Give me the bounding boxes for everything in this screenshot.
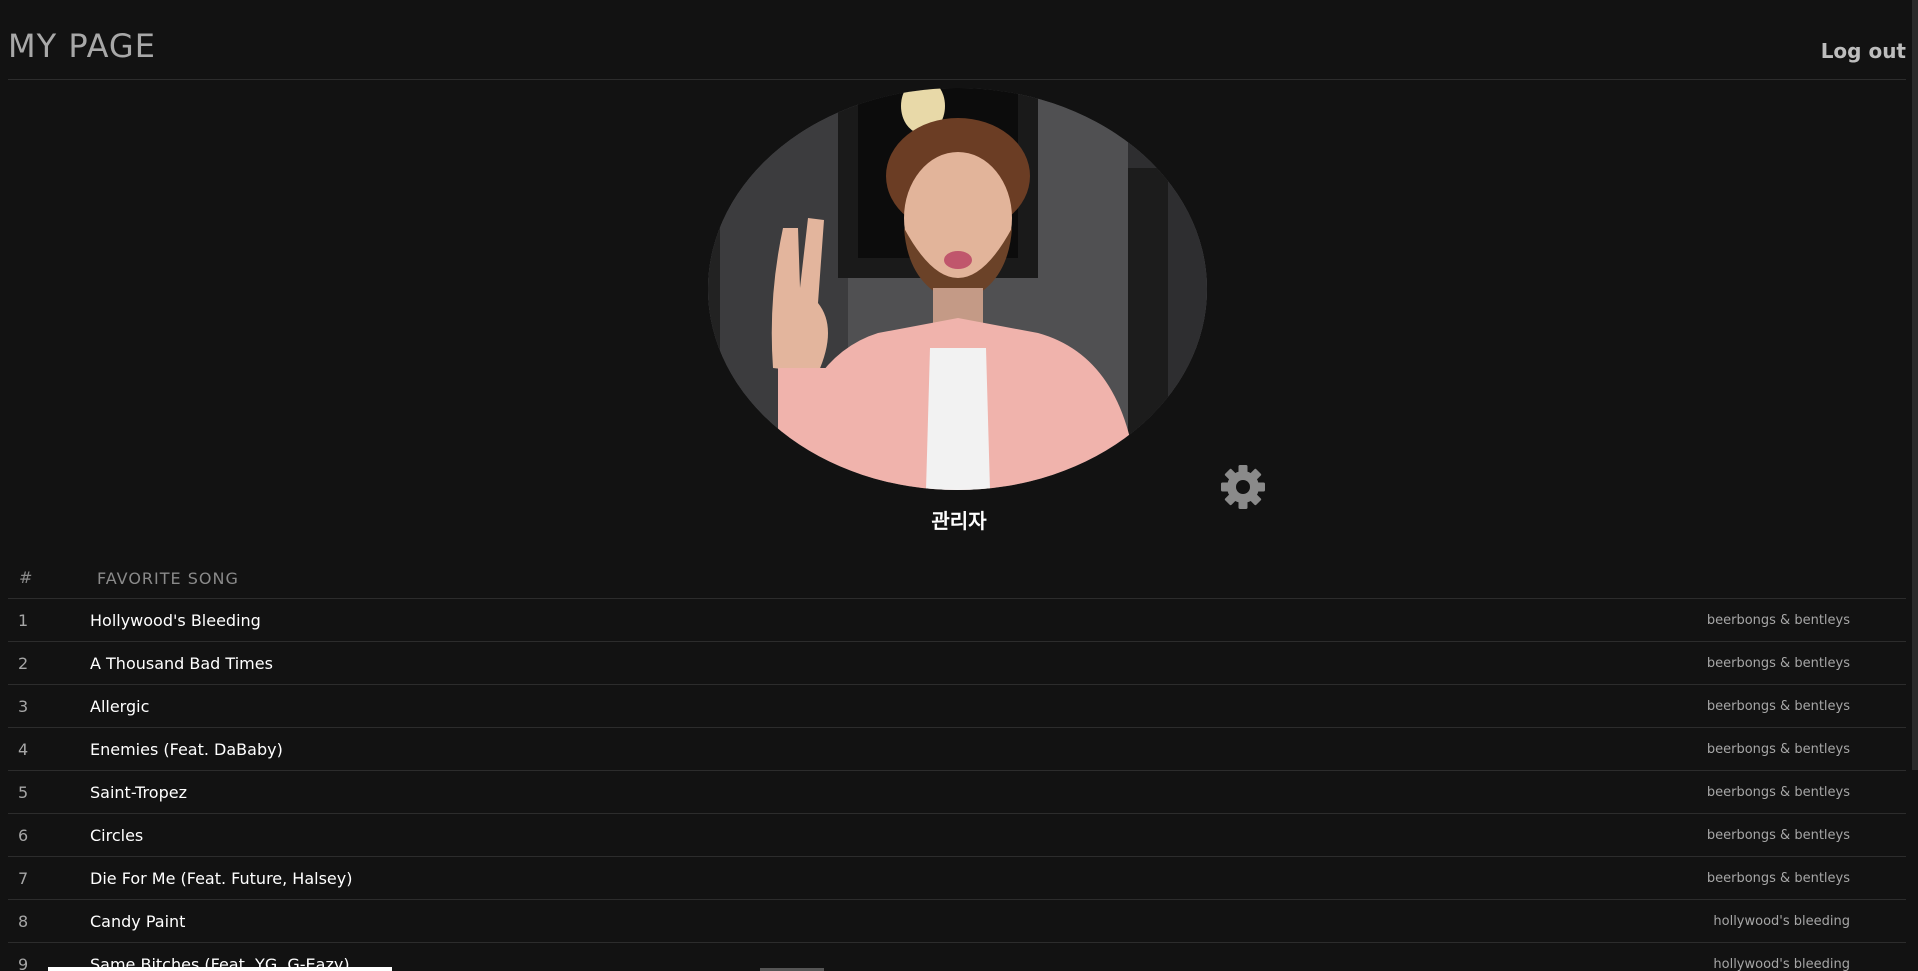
- song-title[interactable]: Saint-Tropez: [90, 783, 187, 802]
- page-title: MY PAGE: [8, 27, 156, 65]
- song-title[interactable]: Die For Me (Feat. Future, Halsey): [90, 869, 352, 888]
- row-number: 9: [18, 955, 29, 971]
- profile-photo: [708, 88, 1207, 490]
- row-number: 8: [18, 912, 29, 931]
- song-title[interactable]: Hollywood's Bleeding: [90, 611, 261, 630]
- album-name: beerbongs & bentleys: [1706, 699, 1850, 714]
- table-header: # FAVORITE SONG: [8, 557, 1906, 599]
- song-title[interactable]: Enemies (Feat. DaBaby): [90, 740, 283, 759]
- row-number: 7: [18, 869, 29, 888]
- column-header-title: FAVORITE SONG: [97, 569, 239, 588]
- album-name: hollywood's bleeding: [1713, 957, 1850, 971]
- row-number: 6: [18, 826, 29, 845]
- album-name: beerbongs & bentleys: [1706, 613, 1850, 628]
- row-number: 1: [18, 611, 29, 630]
- favorite-song-table: # FAVORITE SONG 1 Hollywood's Bleeding bee…: [8, 557, 1906, 971]
- table-body: 1 Hollywood's Bleeding beerbongs & bentley…: [8, 599, 1906, 971]
- header: MY PAGE Log out: [8, 0, 1906, 80]
- row-number: 4: [18, 740, 29, 759]
- album-name: beerbongs & bentleys: [1706, 871, 1850, 886]
- song-title[interactable]: A Thousand Bad Times: [90, 654, 273, 673]
- table-row[interactable]: 2 A Thousand Bad Times beerbongs & bentley…: [8, 642, 1906, 685]
- album-name: beerbongs & bentleys: [1706, 785, 1850, 800]
- album-name: hollywood's bleeding: [1713, 914, 1850, 929]
- my-page: MY PAGE Log out 관리자 # FAVORITE SONG 1 Ho…: [0, 0, 1918, 971]
- table-row[interactable]: 1 Hollywood's Bleeding beerbongs & bentley…: [8, 599, 1906, 642]
- vertical-scrollbar[interactable]: [1912, 0, 1918, 770]
- column-header-number: #: [19, 568, 33, 587]
- song-title[interactable]: Circles: [90, 826, 143, 845]
- album-name: beerbongs & bentleys: [1706, 828, 1850, 843]
- song-title[interactable]: Candy Paint: [90, 912, 185, 931]
- horizontal-scrollbar[interactable]: [48, 967, 392, 971]
- row-number: 3: [18, 697, 29, 716]
- table-row[interactable]: 7 Die For Me (Feat. Future, Halsey) beerbo…: [8, 857, 1906, 900]
- album-name: beerbongs & bentleys: [1706, 742, 1850, 757]
- gear-icon: [1221, 465, 1265, 509]
- table-row[interactable]: 5 Saint-Tropez beerbongs & bentleys: [8, 771, 1906, 814]
- song-title[interactable]: Allergic: [90, 697, 149, 716]
- avatar: [708, 88, 1207, 490]
- table-row[interactable]: 8 Candy Paint hollywood's bleeding: [8, 900, 1906, 943]
- table-row[interactable]: 6 Circles beerbongs & bentleys: [8, 814, 1906, 857]
- settings-button[interactable]: [1218, 462, 1268, 512]
- album-name: beerbongs & bentleys: [1706, 656, 1850, 671]
- row-number: 2: [18, 654, 29, 673]
- username: 관리자: [931, 509, 987, 533]
- table-row[interactable]: 4 Enemies (Feat. DaBaby) beerbongs & bentl…: [8, 728, 1906, 771]
- table-row[interactable]: 3 Allergic beerbongs & bentleys: [8, 685, 1906, 728]
- logout-button[interactable]: Log out: [1821, 41, 1906, 61]
- row-number: 5: [18, 783, 29, 802]
